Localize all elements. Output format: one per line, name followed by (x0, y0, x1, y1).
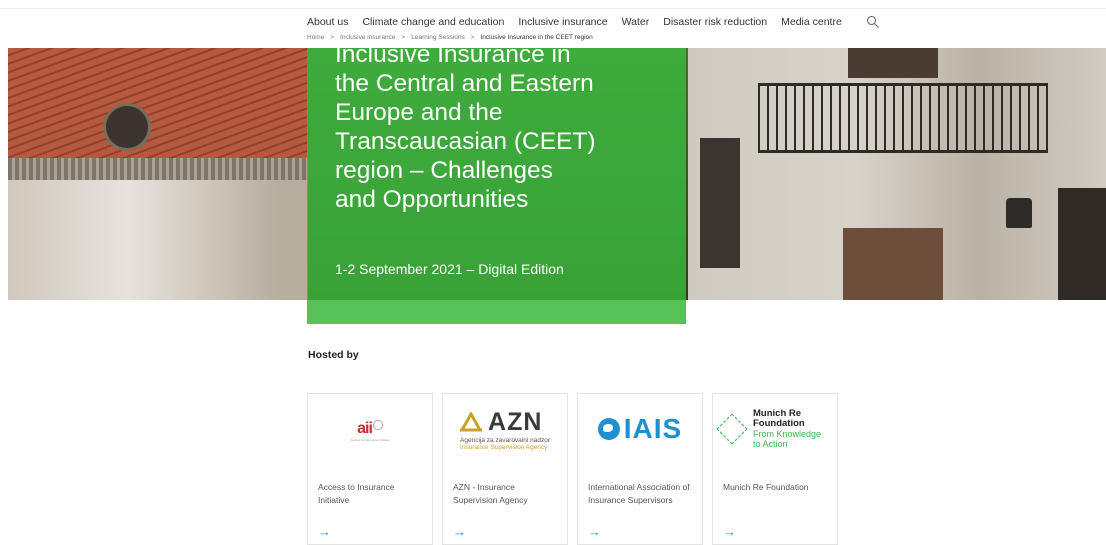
globe-icon (597, 418, 620, 440)
hero-panel-strip (307, 300, 686, 324)
host-name: AZN - Insurance Supervision Agency (453, 482, 528, 505)
hero-image-rooftops (8, 48, 308, 300)
host-card-a2ii[interactable]: aii Access to Insurance Initiative Acces… (307, 393, 433, 545)
azn-logo: AZN Agencija za zavarovalni nadzor Insur… (460, 407, 550, 451)
main-navigation: About us Climate change and education In… (307, 14, 880, 30)
breadcrumb-separator: > (330, 34, 335, 41)
arrow-right-icon[interactable]: → (453, 524, 466, 539)
host-name: International Association of Insurance S… (588, 482, 690, 505)
host-card-munich-re-foundation[interactable]: Munich Re Foundation From Knowledge to A… (712, 393, 838, 545)
iais-logo: IAIS (578, 394, 702, 464)
nav-item-about-us[interactable]: About us (307, 16, 348, 28)
host-name: Munich Re Foundation (723, 482, 809, 492)
search-icon[interactable] (866, 15, 880, 29)
page-title: Inclusive Insurance in the Central and E… (335, 41, 596, 213)
diamond-icon (716, 413, 748, 445)
hosted-by-heading: Hosted by (308, 349, 359, 361)
nav-item-inclusive-insurance[interactable]: Inclusive insurance (518, 16, 607, 28)
triangle-icon (460, 412, 483, 432)
nav-item-media-centre[interactable]: Media centre (781, 16, 842, 28)
host-card-azn[interactable]: AZN Agencija za zavarovalni nadzor Insur… (442, 393, 568, 545)
arrow-right-icon[interactable]: → (588, 524, 601, 539)
a2ii-logo: aii Access to Insurance Initiative (350, 420, 390, 442)
event-date: 1-2 September 2021 – Digital Edition (335, 261, 564, 277)
host-name: Access to Insurance Initiative (318, 482, 395, 505)
nav-item-climate-change-education[interactable]: Climate change and education (362, 16, 504, 28)
munich-re-foundation-logo: Munich Re Foundation From Knowledge to A… (713, 394, 837, 464)
arrow-right-icon[interactable]: → (318, 524, 331, 539)
host-cards: aii Access to Insurance Initiative Acces… (307, 393, 838, 545)
arrow-right-icon[interactable]: → (723, 524, 736, 539)
hero-image-building (688, 48, 1106, 300)
hero-title-panel: Inclusive Insurance in the Central and E… (307, 41, 686, 324)
host-card-iais[interactable]: IAIS International Association of Insura… (577, 393, 703, 545)
nav-item-disaster-risk-reduction[interactable]: Disaster risk reduction (663, 16, 767, 28)
nav-item-water[interactable]: Water (622, 16, 650, 28)
breadcrumb-home[interactable]: Home (307, 34, 324, 41)
top-divider (0, 8, 1106, 9)
